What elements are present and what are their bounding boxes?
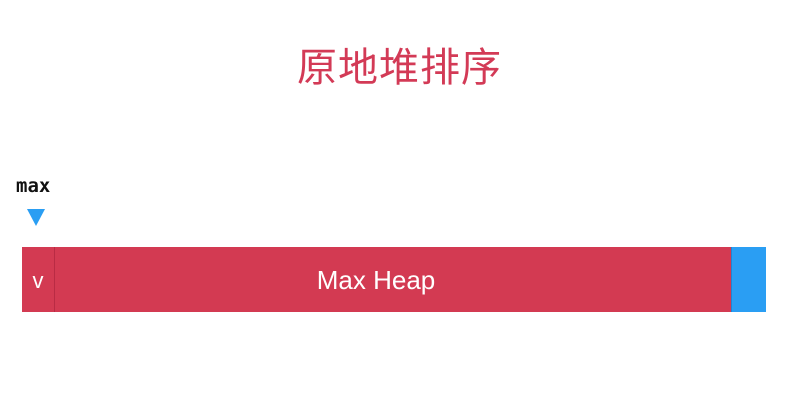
max-pointer-label: max [16, 175, 51, 197]
sorted-region [731, 247, 766, 312]
array-bar: v Max Heap [22, 247, 766, 312]
down-arrow-icon [27, 209, 45, 226]
first-element-cell: v [22, 247, 55, 312]
max-heap-region: Max Heap [55, 247, 731, 312]
page-title: 原地堆排序 [297, 45, 502, 91]
